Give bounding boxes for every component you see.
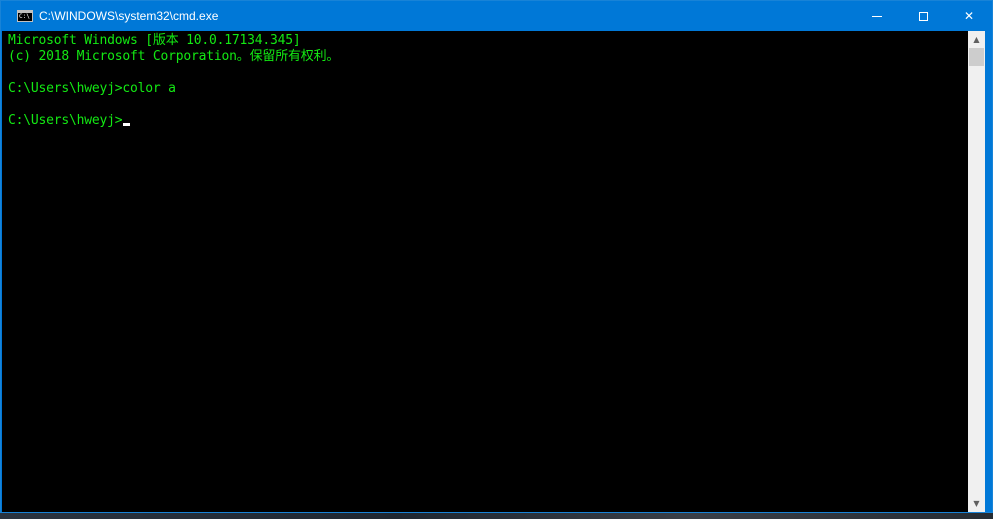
console-line-copyright: (c) 2018 Microsoft Corporation。保留所有权利。 [8,49,340,64]
console-line-command: C:\Users\hweyj>color a [8,81,176,96]
console-output-area[interactable]: Microsoft Windows [版本 10.0.17134.345] (c… [2,31,968,512]
vertical-scrollbar[interactable]: ▲ ▼ [968,31,985,512]
maximize-icon [918,11,928,21]
minimize-icon [872,15,882,17]
text-cursor [123,123,131,126]
scroll-thumb[interactable] [969,48,984,66]
window-right-border [985,31,992,512]
console-line-prompt: C:\Users\hweyj> [8,113,131,129]
window-title: C:\WINDOWS\system32\cmd.exe [39,9,219,23]
prompt-text: C:\Users\hweyj> [8,113,123,128]
cmd-console-icon[interactable]: C:\ [17,10,33,22]
close-button[interactable]: ✕ [946,1,992,31]
scroll-down-button[interactable]: ▼ [968,495,985,512]
title-bar[interactable]: C:\ C:\WINDOWS\system32\cmd.exe ✕ [1,1,992,31]
minimize-button[interactable] [854,1,900,31]
close-icon: ✕ [963,9,975,23]
maximize-button[interactable] [900,1,946,31]
scroll-down-arrow-icon: ▼ [973,499,980,508]
icon-prompt-text: C:\ [19,13,30,20]
console-line-version: Microsoft Windows [版本 10.0.17134.345] [8,33,301,48]
scroll-up-arrow-icon: ▲ [973,35,980,44]
scroll-up-button[interactable]: ▲ [968,31,985,48]
cmd-window: C:\ C:\WINDOWS\system32\cmd.exe ✕ Micros… [0,0,993,513]
